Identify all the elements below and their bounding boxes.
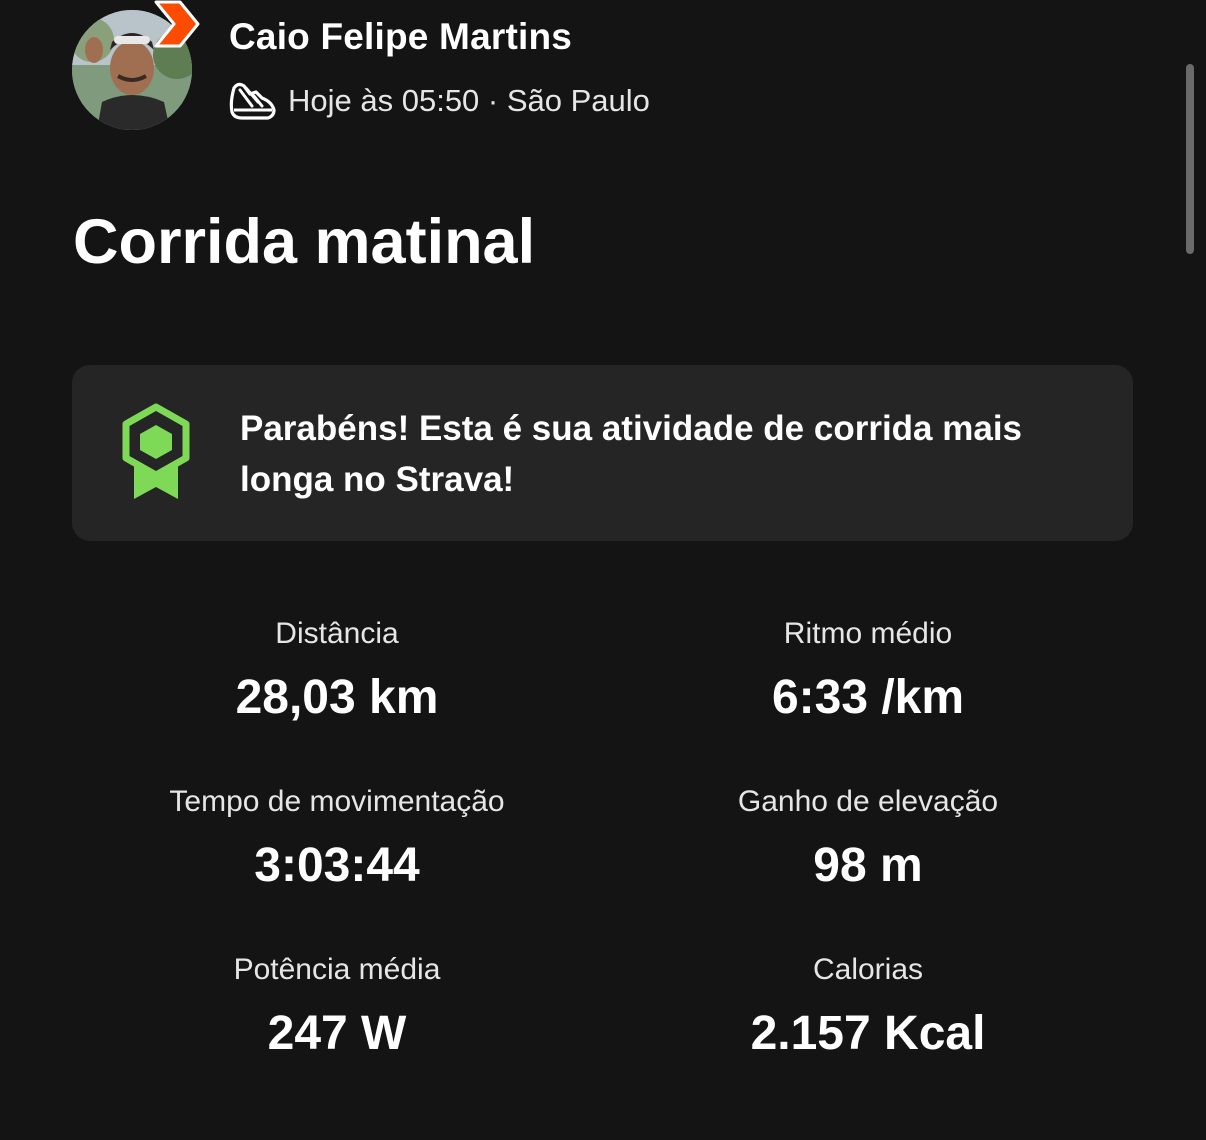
stat-value: 2.157 Kcal [750,1007,986,1060]
activity-date-location: Hoje às 05:50 · São Paulo [288,83,650,118]
activity-meta: Hoje às 05:50 · São Paulo [228,76,650,126]
running-shoe-icon [229,82,276,120]
activity-header: Caio Felipe Martins Hoje às 05:50 · São … [72,0,1132,140]
avatar-container[interactable] [72,0,200,132]
stat-label: Potência média [233,953,441,986]
stat-label: Ritmo médio [783,617,953,650]
stat-label: Distância [275,617,399,650]
achievement-card[interactable]: Parabéns! Esta é sua atividade de corrid… [72,365,1133,541]
stat-label: Tempo de movimentação [169,785,505,818]
athlete-name[interactable]: Caio Felipe Martins [229,16,572,58]
stat-label: Ganho de elevação [737,785,999,818]
strava-chevron-badge-icon [154,0,200,48]
stat-value: 98 m [813,839,923,892]
scrollbar[interactable] [1186,64,1194,254]
stat-label: Calorias [812,953,924,986]
stat-value: 6:33 /km [771,671,965,724]
stat-value: 3:03:44 [254,839,420,892]
stat-moving-time: Tempo de movimentação 3:03:44 [87,782,587,896]
stat-elevation-gain: Ganho de elevação 98 m [618,782,1118,896]
stat-value: 247 W [267,1007,407,1060]
stat-avg-pace: Ritmo médio 6:33 /km [618,614,1118,728]
activity-title[interactable]: Corrida matinal [73,206,535,278]
achievement-message: Parabéns! Esta é sua atividade de corrid… [240,409,1023,499]
stat-value: 28,03 km [235,671,439,724]
medal-icon [122,403,190,499]
stat-distance: Distância 28,03 km [87,614,587,728]
stat-calories: Calorias 2.157 Kcal [618,950,1118,1064]
stat-avg-power: Potência média 247 W [87,950,587,1064]
